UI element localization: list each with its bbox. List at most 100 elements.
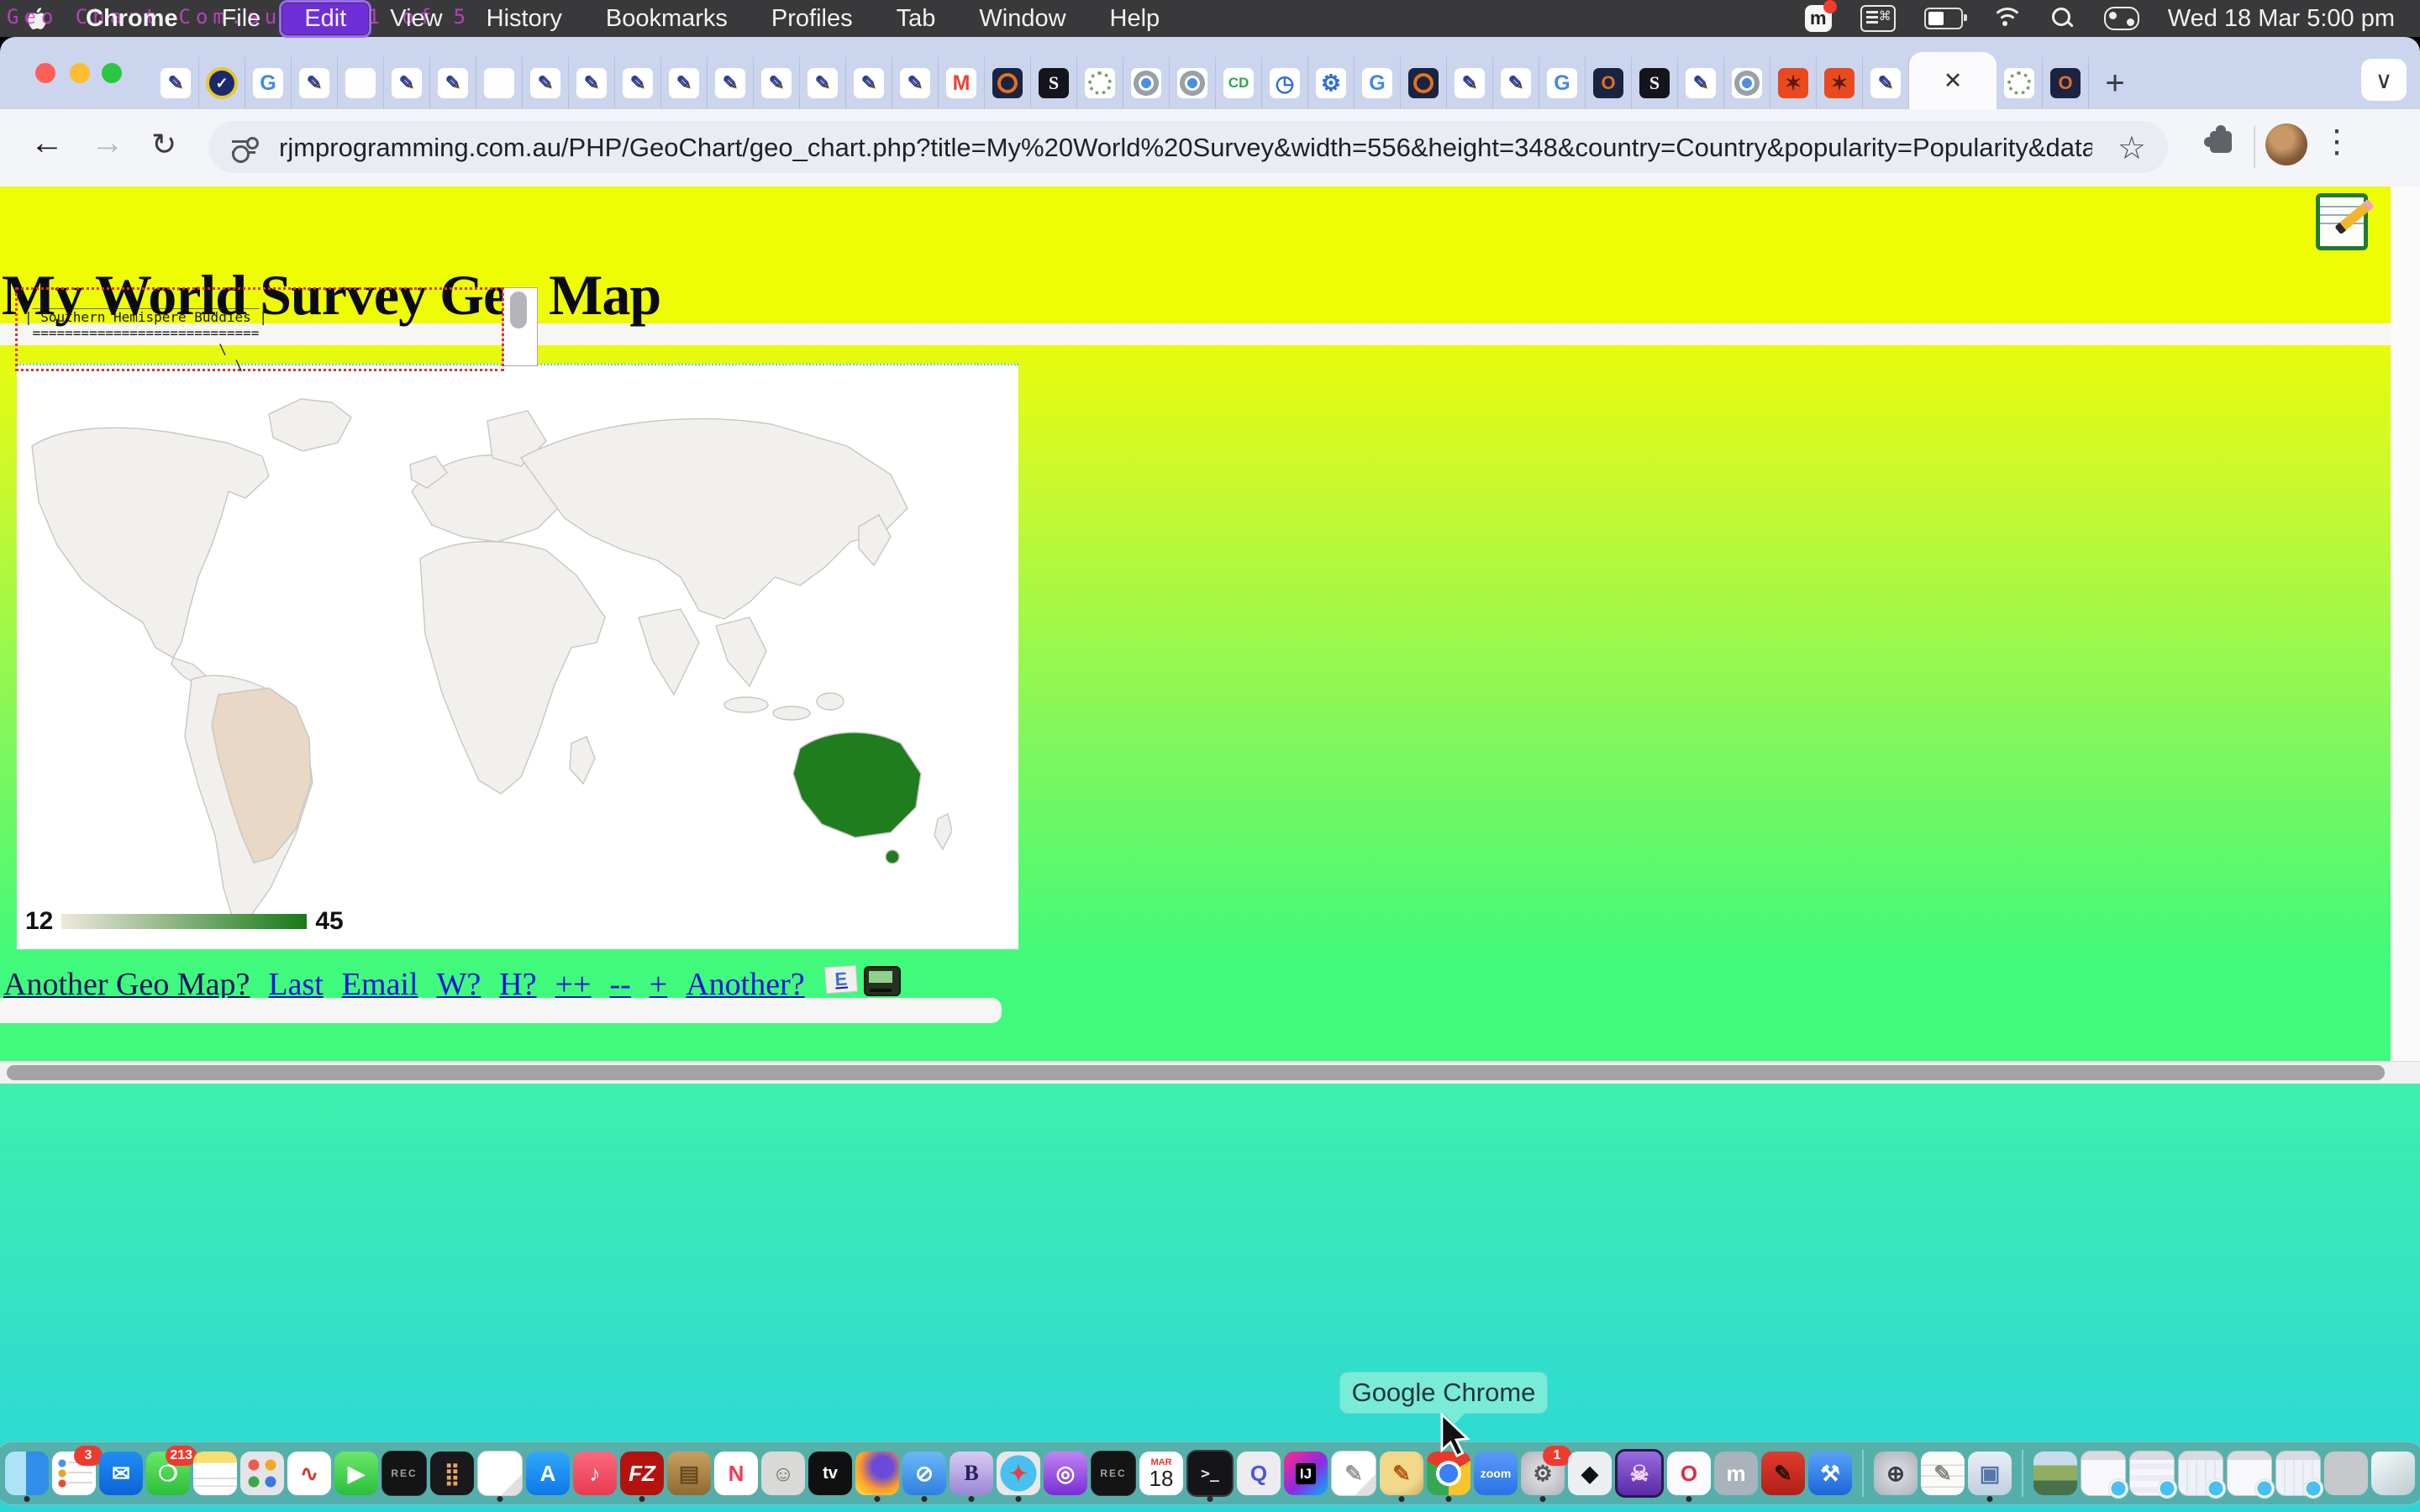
tab-chromeg[interactable] [1724, 57, 1770, 109]
tab-pencil[interactable]: ✎ [569, 57, 615, 109]
reload-button[interactable]: ↻ [151, 127, 176, 162]
window-close-button[interactable] [35, 63, 55, 83]
tab-pencil[interactable]: ✎ [1447, 57, 1493, 109]
tab-pencil[interactable]: ✎ [1493, 57, 1539, 109]
email-note-icon[interactable]: E [824, 965, 858, 995]
menu-item-chrome[interactable]: Chrome [64, 3, 200, 34]
tab-pencil[interactable]: ✎ [708, 57, 754, 109]
dock-finder[interactable] [5, 1452, 49, 1495]
dock-nosign[interactable]: ⊘ [902, 1452, 946, 1495]
tab-pencil[interactable]: ✎ [1863, 57, 1909, 109]
data-textarea[interactable] [502, 287, 538, 366]
menu-item-bookmarks[interactable]: Bookmarks [584, 3, 750, 34]
menu-item-tab[interactable]: Tab [875, 3, 958, 34]
dock-keypad[interactable]: ⣿ [430, 1452, 474, 1495]
dock-docpen[interactable]: ✎ [1331, 1451, 1376, 1496]
tab-dots[interactable] [1077, 57, 1123, 109]
tab-pencil[interactable]: ✎ [661, 57, 708, 109]
dock-inkscape[interactable]: ◆ [1568, 1452, 1612, 1495]
tab-pencil[interactable]: ✎ [1678, 57, 1724, 109]
url-text[interactable]: rjmprogramming.com.au/PHP/GeoChart/geo_c… [279, 133, 2092, 163]
bookmark-star-icon[interactable]: ☆ [2118, 129, 2146, 167]
dock-trash[interactable] [2371, 1452, 2415, 1495]
menu-item-file[interactable]: File [200, 3, 283, 34]
dock-messages[interactable]: ❍213 [146, 1452, 190, 1495]
tab-badgecheck[interactable]: ✓ [199, 57, 245, 109]
control-center-icon[interactable] [2104, 7, 2139, 30]
dock-news[interactable]: N [714, 1452, 758, 1495]
dock-rec[interactable]: REC [381, 1451, 427, 1496]
tab-dots[interactable] [1996, 57, 2043, 109]
dock-calendar[interactable]: MAR18 [1139, 1452, 1183, 1495]
menu-item-view[interactable]: View [368, 3, 464, 34]
active-tab[interactable]: ✕ [1909, 52, 1996, 109]
tab-chromeg[interactable] [1123, 57, 1170, 109]
dock-redbrush[interactable]: ✎ [1761, 1452, 1805, 1495]
dock-appletv[interactable]: tv [808, 1452, 852, 1495]
menu-item-profiles[interactable]: Profiles [750, 3, 875, 34]
menu-bar-clock[interactable]: Wed 18 Mar 5:00 pm [2168, 5, 2395, 33]
dock-mediawin[interactable]: ▣ [1968, 1452, 2012, 1495]
tab-hand[interactable]: ✶ [1817, 57, 1863, 109]
textarea-scrollbar-thumb[interactable] [510, 291, 527, 328]
dock-bapp[interactable]: B [950, 1452, 993, 1495]
spotlight-icon[interactable] [2050, 6, 2075, 31]
back-button[interactable]: ← [30, 124, 64, 162]
dock-appstore[interactable]: A [526, 1452, 570, 1495]
tab-pencil[interactable]: ✎ [384, 57, 430, 109]
window-zoom-button[interactable] [102, 63, 122, 83]
dock-doc[interactable] [477, 1451, 523, 1496]
horizontal-scrollbar-thumb[interactable] [7, 1065, 2385, 1080]
tab-google[interactable]: G [1355, 57, 1401, 109]
dock-podcasts[interactable]: ◎ [1044, 1452, 1087, 1495]
window-minimize-button[interactable] [70, 63, 90, 83]
site-settings-icon[interactable] [232, 136, 255, 158]
wifi-icon[interactable] [1991, 8, 2022, 29]
tab-gmail[interactable]: M [939, 57, 985, 109]
app-notification-icon[interactable]: m [1805, 5, 1832, 32]
forward-button[interactable]: → [91, 124, 124, 162]
dock-settings[interactable]: ⚙1 [1521, 1452, 1565, 1495]
tab-gear[interactable]: ⚙ [1308, 57, 1355, 109]
tab-cd[interactable]: CD [1216, 57, 1262, 109]
dock-mastodon[interactable]: m [1714, 1452, 1758, 1495]
tab-pencil[interactable]: ✎ [430, 57, 476, 109]
dock-music[interactable]: ♪ [573, 1452, 617, 1495]
tab-sdark[interactable]: S [1632, 57, 1678, 109]
country-australia[interactable] [793, 732, 921, 837]
dock-launchpad[interactable] [240, 1452, 284, 1495]
horizontal-scrollbar[interactable] [0, 1061, 2420, 1084]
tab-chromeg[interactable] [1170, 57, 1216, 109]
dock-minwin2[interactable] [2129, 1451, 2175, 1496]
tab-sdark[interactable]: S [1031, 57, 1077, 109]
extensions-icon[interactable] [2210, 131, 2232, 153]
tab-overflow-button[interactable]: ∨ [2361, 59, 2407, 101]
profile-avatar[interactable] [2265, 123, 2307, 165]
dock-terminal[interactable]: >_ [1186, 1450, 1234, 1497]
battery-icon[interactable] [1924, 8, 1963, 29]
dock-minwin[interactable] [2081, 1451, 2126, 1496]
dock-leather[interactable]: ▤ [667, 1452, 711, 1495]
dock-quicktime[interactable]: Q [1237, 1452, 1281, 1495]
dock-palette[interactable]: ✎ [1380, 1452, 1423, 1495]
dock-mail[interactable]: ✉ [99, 1452, 143, 1495]
dock-zoomapp[interactable]: zoom [1474, 1452, 1518, 1495]
tab-pencil[interactable]: ✎ [800, 57, 846, 109]
tab-ring[interactable] [985, 57, 1031, 109]
dock-opera[interactable]: O [1667, 1452, 1711, 1495]
dock-minwin[interactable] [2227, 1451, 2272, 1496]
menu-item-edit[interactable]: Edit [282, 3, 368, 34]
dock-gimp[interactable]: ☺ [761, 1452, 805, 1495]
tab-hand[interactable]: ✶ [1770, 57, 1817, 109]
tab-pencil[interactable]: ✎ [892, 57, 939, 109]
menu-item-help[interactable]: Help [1088, 3, 1182, 34]
tab-google[interactable]: G [1539, 57, 1586, 109]
dock-firefox[interactable] [855, 1452, 899, 1495]
pager-icon[interactable] [864, 966, 901, 996]
tab-google[interactable]: G [245, 57, 292, 109]
dock-xcode[interactable]: ⚒ [1808, 1452, 1852, 1495]
dock-intellij[interactable]: IJ [1284, 1452, 1328, 1495]
dock-minwin3[interactable] [2275, 1451, 2321, 1496]
dock-skull[interactable]: ☠ [1615, 1449, 1664, 1498]
tab-pencil[interactable]: ✎ [846, 57, 892, 109]
